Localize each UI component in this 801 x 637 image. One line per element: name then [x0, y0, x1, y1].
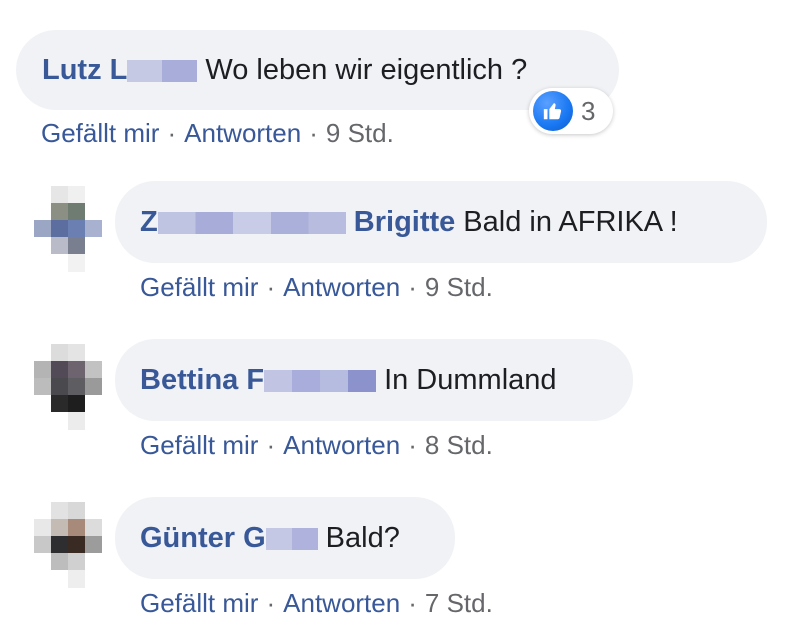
like-link[interactable]: Gefällt mir: [140, 430, 258, 460]
comment-author[interactable]: Bettina F: [140, 364, 377, 397]
like-icon: [533, 91, 573, 131]
comment-time[interactable]: 9 Std.: [326, 118, 394, 148]
separator-dot: ·: [266, 588, 276, 618]
comment-bubble: Günter G Bald?: [115, 497, 455, 579]
comment-actions: Gefällt mir · Antworten · 9 Std.: [140, 272, 493, 303]
comment-bubble: Lutz L Wo leben wir eigentlich ?: [16, 30, 619, 110]
comment-actions: Gefällt mir · Antworten · 9 Std.: [41, 118, 394, 149]
author-name[interactable]: Z: [140, 206, 158, 238]
comment-author[interactable]: Lutz L: [42, 54, 198, 87]
reply-link[interactable]: Antworten: [283, 430, 400, 460]
reply-link[interactable]: Antworten: [184, 118, 301, 148]
separator-dot: ·: [167, 118, 177, 148]
avatar[interactable]: [34, 344, 102, 430]
author-name-suffix[interactable]: Brigitte: [354, 206, 456, 238]
avatar[interactable]: [34, 502, 102, 588]
comment-author[interactable]: Z Brigitte: [140, 206, 455, 239]
redacted-name-blur: [264, 369, 377, 392]
comment-time[interactable]: 8 Std.: [425, 430, 493, 460]
reaction-count: 3: [581, 95, 596, 126]
comment-bubble: Bettina F In Dummland: [115, 339, 633, 421]
redacted-name-blur: [127, 59, 198, 82]
separator-dot: ·: [309, 118, 318, 148]
separator-dot: ·: [408, 272, 417, 302]
avatar[interactable]: [34, 186, 102, 272]
separator-dot: ·: [408, 430, 417, 460]
separator-dot: ·: [408, 588, 417, 618]
like-link[interactable]: Gefällt mir: [41, 118, 159, 148]
comment-time[interactable]: 7 Std.: [425, 588, 493, 618]
like-link[interactable]: Gefällt mir: [140, 272, 258, 302]
author-name[interactable]: Günter G: [140, 522, 266, 554]
comment-text: Bald in AFRIKA !: [463, 205, 678, 238]
comment-actions: Gefällt mir · Antworten · 7 Std.: [140, 588, 493, 619]
comment-text: In Dummland: [384, 363, 557, 396]
redacted-name-blur: [157, 211, 346, 234]
author-name[interactable]: Lutz L: [42, 54, 127, 86]
comment-author[interactable]: Günter G: [140, 522, 318, 555]
comment-text: Wo leben wir eigentlich ?: [205, 53, 528, 86]
reply-link[interactable]: Antworten: [283, 588, 400, 618]
separator-dot: ·: [266, 272, 276, 302]
comment-text: Bald?: [325, 521, 400, 554]
reaction-summary[interactable]: 3: [529, 88, 613, 134]
comment-time[interactable]: 9 Std.: [425, 272, 493, 302]
comment-actions: Gefällt mir · Antworten · 8 Std.: [140, 430, 493, 461]
like-link[interactable]: Gefällt mir: [140, 588, 258, 618]
author-name[interactable]: Bettina F: [140, 364, 264, 396]
separator-dot: ·: [266, 430, 276, 460]
reply-link[interactable]: Antworten: [283, 272, 400, 302]
redacted-name-blur: [265, 527, 318, 550]
comment-bubble: Z Brigitte Bald in AFRIKA !: [115, 181, 767, 263]
